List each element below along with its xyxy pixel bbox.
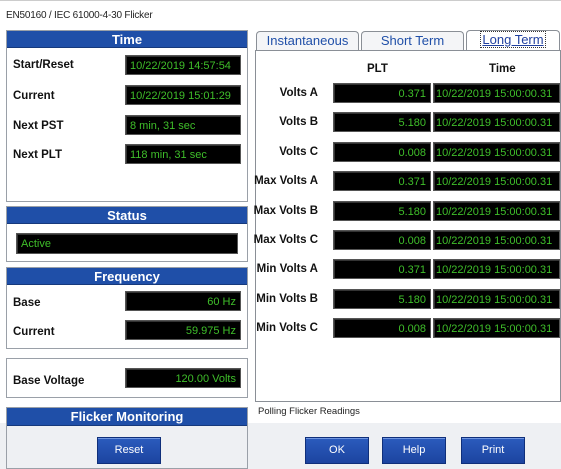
long-term-plt-value: 0.371: [333, 259, 431, 279]
long-term-row-label: Max Volts B: [253, 205, 318, 217]
current-frequency-label: Current: [13, 326, 55, 338]
long-term-row-label: Volts C: [279, 146, 318, 158]
tab-short-term[interactable]: Short Term: [361, 31, 464, 50]
long-term-row-label: Volts B: [279, 116, 318, 128]
long-term-plt-value: 0.371: [333, 171, 431, 191]
long-term-time-value: 10/22/2019 15:00:00.31: [433, 259, 560, 279]
status-value: Active: [16, 233, 238, 254]
next-pst-label: Next PST: [13, 120, 64, 132]
long-term-time-value: 10/22/2019 15:00:00.31: [433, 230, 560, 250]
long-term-time-value: 10/22/2019 15:00:00.31: [433, 83, 560, 103]
base-frequency-label: Base: [13, 297, 41, 309]
current-frequency-value: 59.975 Hz: [125, 320, 241, 340]
long-term-row-label: Max Volts C: [253, 234, 318, 246]
flicker-monitoring-header: Flicker Monitoring: [7, 408, 247, 426]
long-term-row-label: Volts A: [279, 87, 318, 99]
long-term-row-label: Max Volts A: [254, 175, 318, 187]
status-bar-message: Polling Flicker Readings: [258, 406, 360, 417]
long-term-plt-value: 5.180: [333, 201, 431, 221]
long-term-plt-value: 5.180: [333, 289, 431, 309]
next-plt-label: Next PLT: [13, 149, 62, 161]
long-term-plt-value: 5.180: [333, 112, 431, 132]
top-border: [0, 0, 561, 3]
base-voltage-value: 120.00 Volts: [125, 368, 241, 388]
frequency-panel-header: Frequency: [7, 268, 247, 285]
long-term-plt-value: 0.371: [333, 83, 431, 103]
status-panel-header: Status: [7, 207, 247, 224]
long-term-time-value: 10/22/2019 15:00:00.31: [433, 142, 560, 162]
base-voltage-label: Base Voltage: [13, 375, 85, 387]
window-title: EN50160 / IEC 61000-4-30 Flicker: [6, 10, 153, 21]
long-term-row-label: Min Volts A: [256, 263, 318, 275]
tab-instantaneous[interactable]: Instantaneous: [256, 31, 359, 50]
long-term-row-label: Min Volts C: [256, 322, 318, 334]
long-term-plt-value: 0.008: [333, 318, 431, 338]
ok-button[interactable]: OK: [305, 437, 369, 464]
help-button[interactable]: Help: [382, 437, 446, 464]
reset-button[interactable]: Reset: [97, 437, 161, 464]
tab-long-term[interactable]: Long Term: [466, 30, 560, 51]
base-frequency-value: 60 Hz: [125, 291, 241, 311]
print-button[interactable]: Print: [461, 437, 525, 464]
next-plt-value: 118 min, 31 sec: [125, 144, 241, 164]
tab-long-term-label: Long Term: [480, 31, 546, 48]
long-term-time-value: 10/22/2019 15:00:00.31: [433, 318, 560, 338]
time-panel-header: Time: [7, 31, 247, 48]
next-pst-value: 8 min, 31 sec: [125, 115, 241, 135]
current-time-label: Current: [13, 90, 55, 102]
current-time-value: 10/22/2019 15:01:29: [125, 85, 241, 105]
long-term-time-value: 10/22/2019 15:00:00.31: [433, 289, 560, 309]
long-term-time-value: 10/22/2019 15:00:00.31: [433, 171, 560, 191]
long-term-plt-value: 0.008: [333, 230, 431, 250]
long-term-time-value: 10/22/2019 15:00:00.31: [433, 201, 560, 221]
start-reset-label: Start/Reset: [13, 59, 74, 71]
start-reset-value: 10/22/2019 14:57:54: [125, 55, 241, 75]
long-term-row-label: Min Volts B: [256, 293, 318, 305]
time-column-header: Time: [489, 63, 516, 75]
long-term-plt-value: 0.008: [333, 142, 431, 162]
plt-column-header: PLT: [367, 63, 388, 75]
long-term-time-value: 10/22/2019 15:00:00.31: [433, 112, 560, 132]
